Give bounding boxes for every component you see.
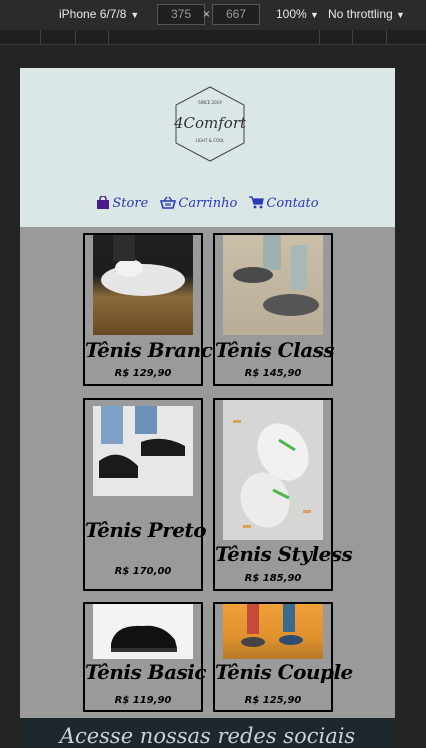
chevron-down-icon: ▼ — [310, 10, 319, 20]
nav-contato-label: Contato — [266, 196, 319, 211]
device-selector[interactable]: iPhone 6/7/8 ▼ — [59, 7, 139, 21]
nav-carrinho[interactable]: Carrinho — [160, 196, 237, 213]
zoom-label: 100% — [276, 7, 307, 21]
product-card[interactable]: Tênis Couple R$ 125,90 — [213, 602, 353, 712]
device-label: iPhone 6/7/8 — [59, 7, 127, 21]
viewport-width-input[interactable]: 375 — [157, 4, 205, 25]
social-footer-heading: Acesse nossas redes sociais — [20, 718, 395, 748]
product-name: Tênis Preto — [85, 518, 207, 542]
shopping-bag-icon — [96, 195, 110, 213]
main-nav: Store Carrinho Contato — [20, 195, 395, 213]
shopping-cart-icon — [249, 196, 265, 213]
white-green-sneaker-image — [223, 400, 323, 540]
viewport-height-input[interactable]: 667 — [212, 4, 260, 25]
logo-tagline-bottom: LIGHT & COOL — [196, 138, 226, 143]
product-name: Tênis Couple — [215, 660, 353, 684]
product-name: Tênis Class — [215, 338, 335, 362]
product-price: R$ 145,90 — [244, 368, 302, 379]
brand-logo[interactable]: SINCE 2019 4Comfort LIGHT & COOL — [170, 84, 250, 164]
nav-store-label: Store — [112, 196, 149, 211]
shopping-basket-icon — [160, 196, 177, 213]
product-card[interactable]: Tênis Basic R$ 119,90 — [83, 602, 207, 712]
black-sneaker-image — [93, 406, 193, 496]
product-name: Tênis Branco — [85, 338, 226, 362]
logo-name: 4Comfort — [173, 114, 247, 132]
chevron-down-icon: ▼ — [396, 10, 405, 20]
nav-contato[interactable]: Contato — [249, 196, 319, 213]
black-basic-sneaker-image — [93, 604, 193, 659]
product-price: R$ 119,90 — [114, 695, 172, 706]
white-sneaker-on-wood-image — [93, 235, 193, 335]
dimension-separator: × — [203, 7, 211, 21]
product-price: R$ 125,90 — [244, 695, 302, 706]
gray-sneaker-image — [223, 235, 323, 335]
product-card[interactable]: Tênis Preto R$ 170,00 — [83, 398, 207, 591]
throttle-label: No throttling — [328, 7, 393, 21]
product-name: Tênis Styless — [215, 542, 353, 566]
couple-sneakers-image — [223, 604, 323, 659]
devtools-toolbar: iPhone 6/7/8 ▼ 375 × 667 100% ▼ No thrott… — [0, 0, 426, 30]
product-price: R$ 129,90 — [114, 368, 172, 379]
page-viewport: SINCE 2019 4Comfort LIGHT & COOL Store C… — [20, 68, 395, 748]
zoom-selector[interactable]: 100% ▼ — [276, 7, 319, 21]
product-price: R$ 170,00 — [114, 566, 172, 577]
product-card[interactable]: Tênis Class R$ 145,90 — [213, 233, 335, 386]
chevron-down-icon: ▼ — [130, 10, 140, 20]
site-header: SINCE 2019 4Comfort LIGHT & COOL Store C… — [20, 68, 395, 227]
logo-tagline-top: SINCE 2019 — [198, 100, 222, 105]
logo-hexagon-icon: SINCE 2019 4Comfort LIGHT & COOL — [173, 86, 247, 162]
media-query-ruler — [0, 30, 426, 45]
product-price: R$ 185,90 — [244, 573, 302, 584]
nav-store[interactable]: Store — [96, 195, 149, 213]
product-card[interactable]: Tênis Branco R$ 129,90 — [83, 233, 226, 386]
nav-carrinho-label: Carrinho — [178, 196, 238, 211]
throttle-selector[interactable]: No throttling ▼ — [328, 7, 405, 21]
product-name: Tênis Basic — [85, 660, 207, 684]
product-card[interactable]: Tênis Styless R$ 185,90 — [213, 398, 353, 591]
